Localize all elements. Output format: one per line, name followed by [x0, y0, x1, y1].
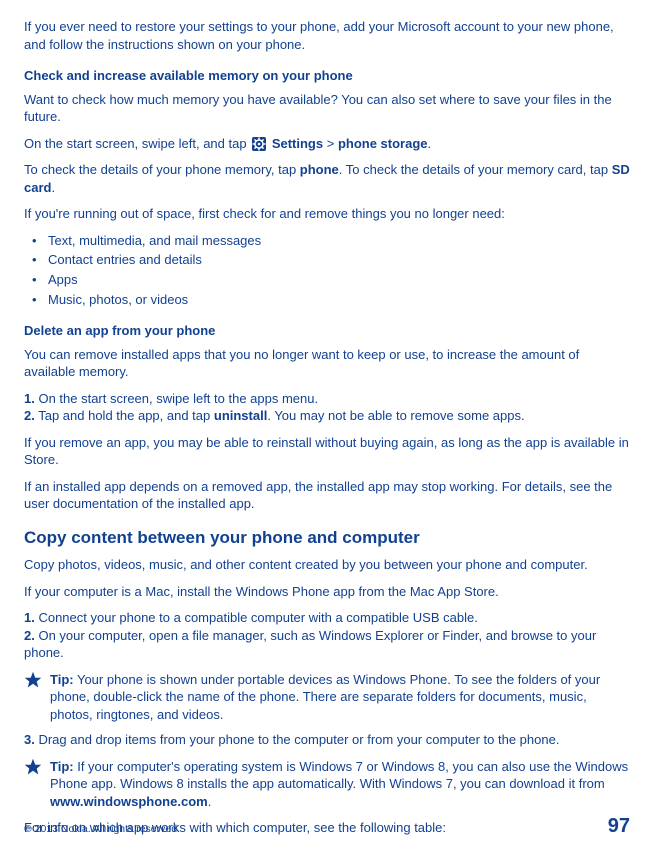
numbered-step: 3. Drag and drop items from your phone t…: [24, 731, 630, 749]
star-icon: [24, 671, 44, 689]
star-icon: [24, 758, 44, 776]
step-text: . You may not be able to remove some app…: [267, 408, 524, 423]
page-footer: © 2013 Nokia. All rights reserved. 97: [24, 815, 630, 838]
text: To check the details of your phone memor…: [24, 162, 300, 177]
body-text: If your computer is a Mac, install the W…: [24, 583, 630, 601]
document-page: If you ever need to restore your setting…: [0, 0, 650, 836]
body-text: On the start screen, swipe left, and tap…: [24, 135, 630, 153]
section-heading-large: Copy content between your phone and comp…: [24, 527, 630, 550]
separator-gt: >: [323, 136, 338, 151]
step-number: 1.: [24, 391, 35, 406]
settings-label: Settings: [272, 136, 323, 151]
phone-label: phone: [300, 162, 339, 177]
section-heading: Check and increase available memory on y…: [24, 67, 630, 85]
phone-storage-label: phone storage: [338, 136, 428, 151]
tip-label: Tip:: [50, 759, 74, 774]
list-item: Contact entries and details: [48, 251, 630, 269]
text: If your computer's operating system is W…: [50, 759, 628, 792]
tip-block: Tip: Your phone is shown under portable …: [24, 671, 630, 724]
body-text: Want to check how much memory you have a…: [24, 91, 630, 126]
body-text: If you remove an app, you may be able to…: [24, 434, 630, 469]
step-text: Connect your phone to a compatible compu…: [35, 610, 478, 625]
url-text: www.windowsphone.com: [50, 794, 208, 809]
text: .: [428, 136, 432, 151]
list-item: Music, photos, or videos: [48, 291, 630, 309]
step-text: Drag and drop items from your phone to t…: [35, 732, 560, 747]
list-item: Apps: [48, 271, 630, 289]
body-text: You can remove installed apps that you n…: [24, 346, 630, 381]
step-number: 1.: [24, 610, 35, 625]
list-item: Text, multimedia, and mail messages: [48, 232, 630, 250]
body-text: If you're running out of space, first ch…: [24, 205, 630, 223]
text: .: [208, 794, 212, 809]
body-text: To check the details of your phone memor…: [24, 161, 630, 196]
text: On the start screen, swipe left, and tap: [24, 136, 250, 151]
text: . To check the details of your memory ca…: [339, 162, 612, 177]
settings-icon: [252, 137, 266, 151]
numbered-step: 2. Tap and hold the app, and tap uninsta…: [24, 407, 630, 425]
text: Your phone is shown under portable devic…: [50, 672, 600, 722]
text: .: [51, 180, 55, 195]
body-text: Copy photos, videos, music, and other co…: [24, 556, 630, 574]
tip-block: Tip: If your computer's operating system…: [24, 758, 630, 811]
step-number: 2.: [24, 408, 35, 423]
tip-label: Tip:: [50, 672, 74, 687]
tip-text: Tip: If your computer's operating system…: [50, 758, 630, 811]
body-text: If an installed app depends on a removed…: [24, 478, 630, 513]
page-number: 97: [608, 815, 630, 838]
copyright-text: © 2013 Nokia. All rights reserved.: [24, 823, 180, 835]
bullet-list: Text, multimedia, and mail messages Cont…: [24, 232, 630, 308]
step-number: 3.: [24, 732, 35, 747]
section-heading: Delete an app from your phone: [24, 322, 630, 340]
tip-text: Tip: Your phone is shown under portable …: [50, 671, 630, 724]
numbered-step: 1. On the start screen, swipe left to th…: [24, 390, 630, 408]
numbered-step: 1. Connect your phone to a compatible co…: [24, 609, 630, 627]
intro-paragraph: If you ever need to restore your setting…: [24, 18, 630, 53]
uninstall-label: uninstall: [214, 408, 267, 423]
step-text: On the start screen, swipe left to the a…: [35, 391, 318, 406]
numbered-step: 2. On your computer, open a file manager…: [24, 627, 630, 662]
step-text: On your computer, open a file manager, s…: [24, 628, 596, 661]
step-number: 2.: [24, 628, 35, 643]
step-text: Tap and hold the app, and tap: [35, 408, 214, 423]
